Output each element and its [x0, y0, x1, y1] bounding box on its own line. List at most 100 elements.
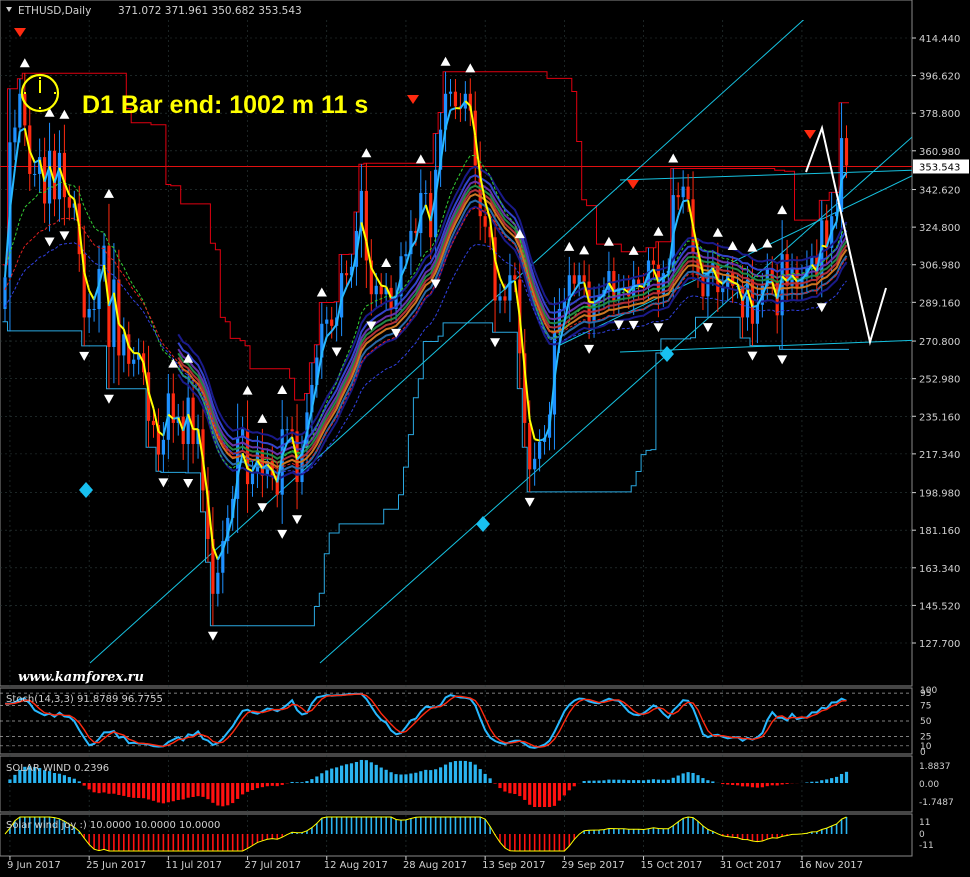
- candle-body: [216, 572, 220, 594]
- candle-body: [344, 273, 349, 276]
- candle-body: [745, 279, 750, 318]
- candle-body: [122, 334, 126, 356]
- price-axis: 414.440 396.620 378.800 360.980 342.620 324.8…: [912, 34, 969, 851]
- price-label: 127.700: [919, 639, 960, 650]
- price-label: 235.160: [919, 412, 960, 423]
- candle-body: [404, 254, 408, 257]
- candle-body: [33, 173, 37, 175]
- price-label: 289.160: [919, 298, 960, 309]
- candle-body: [572, 275, 576, 284]
- solar-joy-label: Solar wind joy :) 10.0000 10.0000 10.000…: [6, 820, 220, 831]
- symbol-label: ETHUSD,Daily: [18, 5, 91, 17]
- candle-body: [686, 186, 690, 200]
- date-label: 12 Aug 2017: [324, 860, 388, 871]
- price-label: 342.620: [919, 186, 960, 197]
- candle-body: [325, 319, 329, 324]
- candle-body: [681, 186, 685, 198]
- candle-body: [285, 429, 289, 431]
- solar-joy-level: 11: [919, 818, 930, 828]
- price-label: 414.440: [919, 34, 960, 45]
- candle-body: [330, 319, 334, 326]
- candle-body: [57, 152, 62, 200]
- candle-body: [839, 138, 844, 212]
- candle-body: [483, 216, 487, 227]
- price-label: 252.980: [919, 375, 960, 386]
- fast-trend-line: [618, 287, 624, 291]
- price-label: 324.800: [919, 223, 960, 234]
- date-label: 31 Oct 2017: [720, 860, 782, 871]
- price-label: 306.980: [919, 261, 960, 272]
- candle-body: [503, 296, 507, 301]
- candle-body: [161, 439, 165, 455]
- price-label: 378.800: [919, 109, 960, 120]
- fast-trend-line: [539, 438, 545, 442]
- candle-body: [47, 150, 52, 204]
- candle-body: [62, 152, 66, 198]
- fast-trend-line: [380, 284, 387, 288]
- current-price-label: 353.543: [919, 162, 960, 173]
- date-label: 25 Jun 2017: [86, 860, 146, 871]
- price-label: 145.520: [919, 601, 960, 612]
- stoch-label: Stoch(14,3,3) 91.8789 96.7755: [6, 694, 163, 705]
- candle-body: [533, 458, 537, 470]
- candle-body: [844, 138, 849, 166]
- solar-joy-level: -11: [919, 841, 934, 851]
- stoch-level-label: 75: [920, 702, 931, 712]
- timer-label: D1 Bar end: 1002 m 11 s: [82, 91, 368, 119]
- price-label: 198.980: [919, 489, 960, 500]
- fast-trend-line: [534, 438, 540, 442]
- solar-wind-level: -1.7487: [919, 798, 954, 808]
- watermark: www.kamforex.ru: [18, 670, 144, 685]
- candle-body: [755, 304, 759, 324]
- candle-body: [379, 285, 383, 295]
- candle-body: [424, 192, 428, 194]
- candle-body: [92, 308, 96, 310]
- solar-wind-label: SOLAR WIND 0.2396: [6, 763, 109, 774]
- fast-trend-line: [752, 304, 758, 308]
- date-label: 9 Jun 2017: [7, 860, 61, 871]
- candle-body: [151, 420, 156, 426]
- price-label: 217.340: [919, 450, 960, 461]
- candle-body: [538, 441, 542, 459]
- date-label: 16 Nov 2017: [799, 860, 863, 871]
- candle-body: [701, 275, 705, 297]
- candle-body: [290, 429, 294, 432]
- solar-wind-level: 0.00: [919, 780, 939, 790]
- candle-body: [448, 91, 453, 94]
- price-label: 163.340: [919, 564, 960, 575]
- candle-body: [52, 150, 57, 200]
- date-label: 11 Jul 2017: [165, 860, 222, 871]
- date-label: 13 Sep 2017: [482, 860, 545, 871]
- date-label: 27 Jul 2017: [245, 860, 302, 871]
- date-label: 15 Oct 2017: [641, 860, 703, 871]
- chart-window: 414.440 396.620 378.800 360.980 342.620 324.8…: [0, 0, 970, 877]
- candle-body: [528, 422, 532, 470]
- candle-body: [18, 93, 22, 128]
- date-label: 29 Sep 2017: [561, 860, 624, 871]
- candle-body: [87, 308, 91, 318]
- candle-body: [191, 397, 195, 445]
- price-label: 181.160: [919, 526, 960, 537]
- solar-joy-level: 0: [919, 830, 925, 840]
- candle-body: [740, 285, 745, 318]
- chart-canvas[interactable]: 414.440 396.620 378.800 360.980 342.620 324.8…: [0, 0, 970, 877]
- stoch-level-label: 95: [920, 689, 931, 699]
- date-axis: 9 Jun 2017 25 Jun 2017 11 Jul 2017 27 Jul 2…: [7, 856, 863, 871]
- candle-body: [112, 279, 116, 347]
- date-label: 28 Aug 2017: [403, 860, 467, 871]
- candle-body: [498, 296, 502, 301]
- stoch-level-label: 0: [920, 748, 926, 758]
- price-label: 396.620: [919, 72, 960, 83]
- candle-body: [453, 91, 458, 107]
- candle-body: [13, 127, 17, 143]
- candle-body: [676, 195, 680, 198]
- fast-trend-line: [390, 296, 397, 299]
- ohlc-values: 371.072 371.961 350.682 353.543: [118, 5, 302, 17]
- stoch-level-label: 50: [920, 717, 932, 727]
- price-label: 270.800: [919, 337, 960, 348]
- candle-body: [582, 275, 586, 282]
- candle-body: [651, 260, 656, 265]
- candle-body: [513, 275, 517, 280]
- candle-body: [721, 287, 725, 293]
- candle-body: [250, 473, 255, 485]
